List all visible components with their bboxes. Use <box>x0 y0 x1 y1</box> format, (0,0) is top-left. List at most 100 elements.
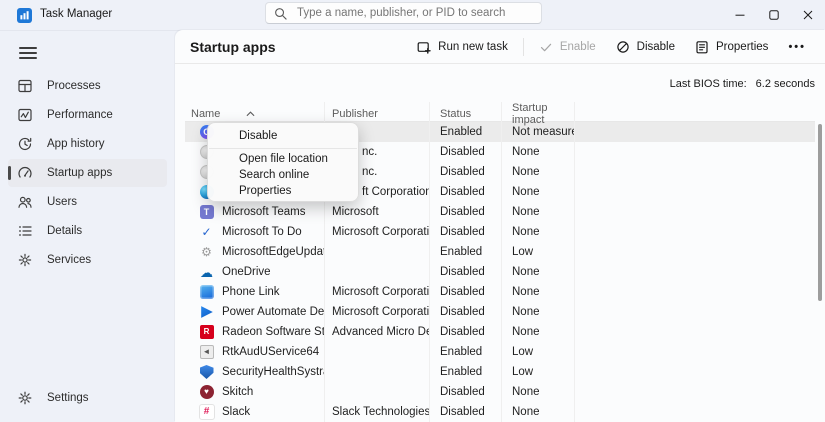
app-status: Disabled <box>430 262 502 282</box>
app-status: Enabled <box>430 362 502 382</box>
app-startup-impact: None <box>502 262 575 282</box>
sidebar-item-app-history[interactable]: App history <box>8 130 167 158</box>
content-panel: Startup apps Run new taskEnableDisablePr… <box>175 30 825 422</box>
minimize-button[interactable] <box>723 0 757 30</box>
toolbar-divider <box>523 38 524 56</box>
details-icon <box>17 223 33 239</box>
windows-security-icon <box>200 365 214 379</box>
more-icon: ••• <box>788 41 806 53</box>
table-header: Name Publisher Status Startup impact <box>185 102 815 122</box>
context-menu-item-properties[interactable]: Properties <box>208 183 358 199</box>
app-publisher <box>325 382 430 402</box>
table-row[interactable]: ♥SkitchDisabledNone <box>185 382 815 402</box>
app-status: Enabled <box>430 122 502 142</box>
app-name: Microsoft To Do <box>222 222 325 242</box>
enable-button[interactable]: Enable <box>530 35 605 59</box>
run-new-task-button[interactable]: Run new task <box>408 35 517 59</box>
app-status: Disabled <box>430 202 502 222</box>
sidebar: Processes Performance App history Startup a… <box>0 30 175 422</box>
app-startup-impact: None <box>502 162 575 182</box>
app-startup-impact: None <box>502 302 575 322</box>
users-icon <box>17 194 33 210</box>
microsoft-to-do-icon: ✓ <box>200 225 214 239</box>
sidebar-item-details[interactable]: Details <box>8 217 167 245</box>
app-name: Power Automate Desktop <box>222 302 325 322</box>
app-status: Disabled <box>430 222 502 242</box>
app-startup-impact: None <box>502 382 575 402</box>
table-row[interactable]: SecurityHealthSystrayEnabledLow <box>185 362 815 382</box>
app-status: Disabled <box>430 402 502 422</box>
app-publisher: Microsoft Corporation <box>325 222 430 242</box>
table-row[interactable]: Power Automate DesktopMicrosoft Corporat… <box>185 302 815 322</box>
sidebar-item-services[interactable]: Services <box>8 246 167 274</box>
app-publisher <box>325 362 430 382</box>
app-status: Disabled <box>430 302 502 322</box>
sort-ascending-icon <box>246 108 255 120</box>
table-row[interactable]: ☁OneDriveDisabledNone <box>185 262 815 282</box>
more-button[interactable]: ••• <box>779 36 815 58</box>
app-startup-impact: Low <box>502 362 575 382</box>
table-row[interactable]: #SlackSlack Technologies Inc.DisabledNon… <box>185 402 815 422</box>
gear-icon <box>17 390 33 406</box>
sidebar-item-startup-apps[interactable]: Startup apps <box>8 159 167 187</box>
app-startup-impact: None <box>502 222 575 242</box>
processes-icon <box>17 78 33 94</box>
task-manager-logo-icon <box>17 8 32 23</box>
close-button[interactable] <box>791 0 825 30</box>
table-row[interactable]: ⚙MicrosoftEdgeUpdateCoreEnabledLow <box>185 242 815 262</box>
sidebar-item-label: Startup apps <box>47 167 112 179</box>
menu-toggle-button[interactable] <box>14 40 42 66</box>
sidebar-item-label: Details <box>47 225 82 237</box>
app-name: RtkAudUService64 <box>222 342 325 362</box>
app-status: Disabled <box>430 162 502 182</box>
disable-button[interactable]: Disable <box>607 35 684 59</box>
context-menu: Disable Open file locationSearch onlinePr… <box>207 122 359 202</box>
app-status: Enabled <box>430 342 502 362</box>
table-row[interactable]: TMicrosoft TeamsMicrosoftDisabledNone <box>185 202 815 222</box>
app-publisher: Microsoft Corporation <box>325 282 430 302</box>
search-box[interactable] <box>265 2 542 24</box>
app-startup-impact: Low <box>502 342 575 362</box>
app-startup-impact: None <box>502 182 575 202</box>
startup-apps-icon <box>17 165 33 181</box>
app-name: Slack <box>222 402 325 422</box>
maximize-button[interactable] <box>757 0 791 30</box>
sidebar-item-label: Performance <box>47 109 113 121</box>
last-bios-time: Last BIOS time:6.2 seconds <box>175 78 815 90</box>
radeon-icon: R <box>200 325 214 339</box>
app-name: OneDrive <box>222 262 325 282</box>
context-menu-item-disable[interactable]: Disable <box>208 125 358 146</box>
sidebar-item-label: App history <box>47 138 105 150</box>
app-status: Enabled <box>430 242 502 262</box>
properties-button[interactable]: Properties <box>686 35 777 59</box>
window-title: Task Manager <box>40 8 112 20</box>
run-new-task-icon <box>417 40 431 54</box>
scrollbar-thumb[interactable] <box>818 124 822 301</box>
app-startup-impact: Not measured <box>502 122 575 142</box>
sidebar-item-users[interactable]: Users <box>8 188 167 216</box>
context-menu-item-search-online[interactable]: Search online <box>208 167 358 183</box>
sidebar-item-settings[interactable]: Settings <box>8 384 167 412</box>
context-menu-item-open-file-location[interactable]: Open file location <box>208 151 358 167</box>
sidebar-item-label: Processes <box>47 80 101 92</box>
task-manager-window: Task Manager Processes Performance App his… <box>0 0 825 422</box>
table-row[interactable]: ✓ Microsoft To DoMicrosoft CorporationDis… <box>185 222 815 242</box>
app-startup-impact: None <box>502 322 575 342</box>
slack-icon: # <box>199 404 215 420</box>
app-publisher: Microsoft Corporation <box>325 302 430 322</box>
phone-link-icon <box>200 285 214 299</box>
app-publisher: Advanced Micro Device... <box>325 322 430 342</box>
sidebar-item-label: Services <box>47 254 91 266</box>
table-row[interactable]: Phone LinkMicrosoft CorporationDisabledN… <box>185 282 815 302</box>
table-row[interactable]: ◄RtkAudUService64EnabledLow <box>185 342 815 362</box>
app-name: Microsoft Teams <box>222 202 325 222</box>
sidebar-item-processes[interactable]: Processes <box>8 72 167 100</box>
sidebar-item-performance[interactable]: Performance <box>8 101 167 129</box>
window-controls <box>723 0 825 30</box>
titlebar: Task Manager <box>0 0 825 31</box>
app-publisher <box>325 342 430 362</box>
search-input[interactable] <box>295 6 533 20</box>
table-row[interactable]: RRadeon Software Startup T...Advanced Mi… <box>185 322 815 342</box>
app-publisher <box>325 262 430 282</box>
app-publisher <box>325 242 430 262</box>
